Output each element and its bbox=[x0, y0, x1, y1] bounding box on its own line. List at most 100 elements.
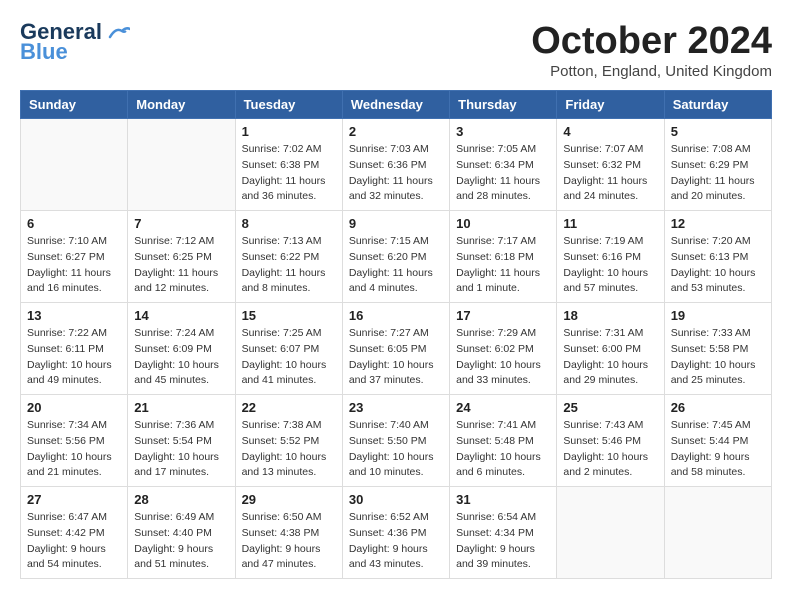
day-cell: 24 Sunrise: 7:41 AMSunset: 5:48 PMDayligh… bbox=[450, 395, 557, 487]
day-number: 31 bbox=[456, 492, 550, 507]
day-cell bbox=[557, 487, 664, 579]
day-cell: 22 Sunrise: 7:38 AMSunset: 5:52 PMDayligh… bbox=[235, 395, 342, 487]
day-cell: 2 Sunrise: 7:03 AMSunset: 6:36 PMDaylight… bbox=[342, 119, 449, 211]
day-number: 6 bbox=[27, 216, 121, 231]
day-cell: 20 Sunrise: 7:34 AMSunset: 5:56 PMDayligh… bbox=[21, 395, 128, 487]
day-cell bbox=[128, 119, 235, 211]
day-number: 30 bbox=[349, 492, 443, 507]
day-number: 23 bbox=[349, 400, 443, 415]
week-row-5: 27 Sunrise: 6:47 AMSunset: 4:42 PMDayligh… bbox=[21, 487, 772, 579]
day-info: Sunrise: 7:45 AMSunset: 5:44 PMDaylight:… bbox=[671, 418, 765, 481]
day-info: Sunrise: 7:38 AMSunset: 5:52 PMDaylight:… bbox=[242, 418, 336, 481]
weekday-header-row: Sunday Monday Tuesday Wednesday Thursday… bbox=[21, 91, 772, 119]
day-number: 21 bbox=[134, 400, 228, 415]
day-number: 14 bbox=[134, 308, 228, 323]
header-sunday: Sunday bbox=[21, 91, 128, 119]
day-number: 16 bbox=[349, 308, 443, 323]
day-number: 27 bbox=[27, 492, 121, 507]
day-number: 15 bbox=[242, 308, 336, 323]
header-wednesday: Wednesday bbox=[342, 91, 449, 119]
month-title: October 2024 bbox=[531, 20, 772, 63]
calendar-table: Sunday Monday Tuesday Wednesday Thursday… bbox=[20, 90, 772, 579]
day-number: 18 bbox=[563, 308, 657, 323]
day-info: Sunrise: 7:43 AMSunset: 5:46 PMDaylight:… bbox=[563, 418, 657, 481]
day-cell: 5Sunrise: 7:08 AMSunset: 6:29 PMDaylight… bbox=[664, 119, 771, 211]
day-number: 2 bbox=[349, 124, 443, 139]
day-number: 11 bbox=[563, 216, 657, 231]
day-number: 28 bbox=[134, 492, 228, 507]
week-row-4: 20 Sunrise: 7:34 AMSunset: 5:56 PMDayligh… bbox=[21, 395, 772, 487]
day-number: 29 bbox=[242, 492, 336, 507]
day-number: 8 bbox=[242, 216, 336, 231]
logo-bird-icon bbox=[108, 25, 130, 41]
day-cell: 11 Sunrise: 7:19 AMSunset: 6:16 PMDayligh… bbox=[557, 211, 664, 303]
day-info: Sunrise: 7:41 AMSunset: 5:48 PMDaylight:… bbox=[456, 418, 550, 481]
day-info: Sunrise: 7:34 AMSunset: 5:56 PMDaylight:… bbox=[27, 418, 121, 481]
day-info: Sunrise: 6:54 AMSunset: 4:34 PMDaylight:… bbox=[456, 510, 550, 573]
title-area: October 2024 Potton, England, United Kin… bbox=[531, 20, 772, 80]
header-thursday: Thursday bbox=[450, 91, 557, 119]
week-row-2: 6 Sunrise: 7:10 AMSunset: 6:27 PMDaylight… bbox=[21, 211, 772, 303]
day-info: Sunrise: 6:47 AMSunset: 4:42 PMDaylight:… bbox=[27, 510, 121, 573]
day-info: Sunrise: 7:19 AMSunset: 6:16 PMDaylight:… bbox=[563, 234, 657, 297]
day-info: Sunrise: 7:10 AMSunset: 6:27 PMDaylight:… bbox=[27, 234, 121, 297]
day-number: 24 bbox=[456, 400, 550, 415]
day-cell: 31 Sunrise: 6:54 AMSunset: 4:34 PMDayligh… bbox=[450, 487, 557, 579]
header-saturday: Saturday bbox=[664, 91, 771, 119]
day-number: 12 bbox=[671, 216, 765, 231]
day-cell: 18 Sunrise: 7:31 AMSunset: 6:00 PMDayligh… bbox=[557, 303, 664, 395]
day-cell: 28 Sunrise: 6:49 AMSunset: 4:40 PMDayligh… bbox=[128, 487, 235, 579]
day-cell bbox=[664, 487, 771, 579]
page-header: General Blue October 2024 Potton, Englan… bbox=[20, 20, 772, 80]
day-cell: 26Sunrise: 7:45 AMSunset: 5:44 PMDayligh… bbox=[664, 395, 771, 487]
day-cell: 19Sunrise: 7:33 AMSunset: 5:58 PMDayligh… bbox=[664, 303, 771, 395]
day-number: 9 bbox=[349, 216, 443, 231]
day-info: Sunrise: 7:25 AMSunset: 6:07 PMDaylight:… bbox=[242, 326, 336, 389]
day-cell: 3 Sunrise: 7:05 AMSunset: 6:34 PMDaylight… bbox=[450, 119, 557, 211]
day-number: 10 bbox=[456, 216, 550, 231]
logo: General Blue bbox=[20, 20, 130, 64]
day-number: 1 bbox=[242, 124, 336, 139]
day-cell: 30Sunrise: 6:52 AMSunset: 4:36 PMDayligh… bbox=[342, 487, 449, 579]
day-cell: 8 Sunrise: 7:13 AMSunset: 6:22 PMDaylight… bbox=[235, 211, 342, 303]
day-number: 19 bbox=[671, 308, 765, 323]
day-cell: 15 Sunrise: 7:25 AMSunset: 6:07 PMDayligh… bbox=[235, 303, 342, 395]
day-number: 22 bbox=[242, 400, 336, 415]
day-info: Sunrise: 7:12 AMSunset: 6:25 PMDaylight:… bbox=[134, 234, 228, 297]
location-subtitle: Potton, England, United Kingdom bbox=[531, 63, 772, 80]
day-info: Sunrise: 7:13 AMSunset: 6:22 PMDaylight:… bbox=[242, 234, 336, 297]
day-number: 7 bbox=[134, 216, 228, 231]
day-number: 17 bbox=[456, 308, 550, 323]
day-cell: 13 Sunrise: 7:22 AMSunset: 6:11 PMDayligh… bbox=[21, 303, 128, 395]
header-monday: Monday bbox=[128, 91, 235, 119]
day-info: Sunrise: 7:03 AMSunset: 6:36 PMDaylight:… bbox=[349, 142, 443, 205]
day-cell: 16Sunrise: 7:27 AMSunset: 6:05 PMDayligh… bbox=[342, 303, 449, 395]
day-number: 4 bbox=[563, 124, 657, 139]
day-info: Sunrise: 6:49 AMSunset: 4:40 PMDaylight:… bbox=[134, 510, 228, 573]
day-number: 13 bbox=[27, 308, 121, 323]
day-cell: 29Sunrise: 6:50 AMSunset: 4:38 PMDayligh… bbox=[235, 487, 342, 579]
day-info: Sunrise: 7:22 AMSunset: 6:11 PMDaylight:… bbox=[27, 326, 121, 389]
day-cell: 9Sunrise: 7:15 AMSunset: 6:20 PMDaylight… bbox=[342, 211, 449, 303]
day-cell: 12 Sunrise: 7:20 AMSunset: 6:13 PMDayligh… bbox=[664, 211, 771, 303]
day-info: Sunrise: 7:02 AMSunset: 6:38 PMDaylight:… bbox=[242, 142, 336, 205]
day-info: Sunrise: 7:20 AMSunset: 6:13 PMDaylight:… bbox=[671, 234, 765, 297]
day-info: Sunrise: 7:40 AMSunset: 5:50 PMDaylight:… bbox=[349, 418, 443, 481]
day-cell: 6 Sunrise: 7:10 AMSunset: 6:27 PMDaylight… bbox=[21, 211, 128, 303]
week-row-3: 13 Sunrise: 7:22 AMSunset: 6:11 PMDayligh… bbox=[21, 303, 772, 395]
day-cell: 7 Sunrise: 7:12 AMSunset: 6:25 PMDaylight… bbox=[128, 211, 235, 303]
day-cell: 25 Sunrise: 7:43 AMSunset: 5:46 PMDayligh… bbox=[557, 395, 664, 487]
day-info: Sunrise: 7:31 AMSunset: 6:00 PMDaylight:… bbox=[563, 326, 657, 389]
day-cell: 1 Sunrise: 7:02 AMSunset: 6:38 PMDaylight… bbox=[235, 119, 342, 211]
day-info: Sunrise: 7:17 AMSunset: 6:18 PMDaylight:… bbox=[456, 234, 550, 297]
day-number: 20 bbox=[27, 400, 121, 415]
week-row-1: 1 Sunrise: 7:02 AMSunset: 6:38 PMDaylight… bbox=[21, 119, 772, 211]
day-number: 3 bbox=[456, 124, 550, 139]
day-cell: 14Sunrise: 7:24 AMSunset: 6:09 PMDayligh… bbox=[128, 303, 235, 395]
day-number: 25 bbox=[563, 400, 657, 415]
day-cell: 10 Sunrise: 7:17 AMSunset: 6:18 PMDayligh… bbox=[450, 211, 557, 303]
day-info: Sunrise: 7:05 AMSunset: 6:34 PMDaylight:… bbox=[456, 142, 550, 205]
day-cell bbox=[21, 119, 128, 211]
day-cell: 4Sunrise: 7:07 AMSunset: 6:32 PMDaylight… bbox=[557, 119, 664, 211]
day-info: Sunrise: 7:36 AMSunset: 5:54 PMDaylight:… bbox=[134, 418, 228, 481]
